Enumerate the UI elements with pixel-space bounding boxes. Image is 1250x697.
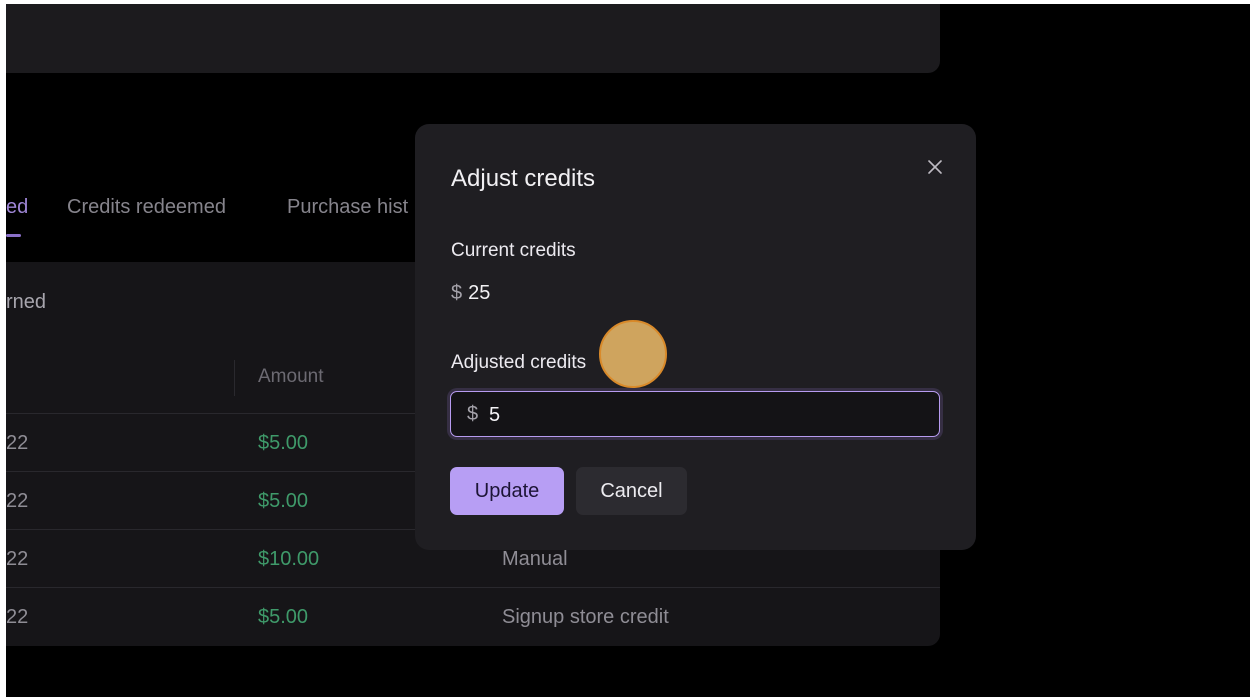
row-divider: [6, 587, 940, 588]
column-divider: [234, 360, 235, 396]
current-credits-amount: 25: [468, 282, 491, 304]
top-card: [6, 4, 940, 73]
row-1-amount: $5.00: [258, 432, 309, 454]
tab-purchase-history[interactable]: Purchase hist: [287, 196, 408, 219]
input-currency-prefix: $: [467, 403, 479, 425]
click-indicator: [599, 320, 667, 388]
row-3-source: Manual: [502, 548, 568, 570]
tab-credits-earned[interactable]: ed: [6, 196, 28, 219]
tab-credits-redeemed[interactable]: Credits redeemed: [67, 196, 226, 219]
row-4-amount: $5.00: [258, 606, 309, 628]
cancel-button[interactable]: Cancel: [576, 467, 687, 515]
row-4-source: Signup store credit: [502, 606, 669, 628]
modal-title: Adjust credits: [451, 165, 596, 192]
current-credits-value: $25: [451, 282, 490, 305]
adjusted-credits-input[interactable]: [487, 398, 931, 432]
row-4-date: 22: [6, 606, 29, 628]
row-1-date: 22: [6, 432, 29, 454]
close-icon[interactable]: [924, 156, 946, 178]
active-tab-indicator: [6, 234, 21, 237]
row-3-date: 22: [6, 548, 29, 570]
update-button[interactable]: Update: [450, 467, 564, 515]
column-header-amount: Amount: [258, 366, 324, 387]
row-3-amount: $10.00: [258, 548, 320, 570]
row-2-amount: $5.00: [258, 490, 309, 512]
currency-symbol: $: [451, 282, 463, 304]
adjusted-credits-label: Adjusted credits: [451, 352, 587, 373]
current-credits-label: Current credits: [451, 240, 576, 261]
section-title: rned: [6, 291, 47, 313]
row-2-date: 22: [6, 490, 29, 512]
adjust-credits-modal: Adjust credits Current credits $25 Adjus…: [415, 124, 976, 550]
adjusted-credits-field[interactable]: $: [450, 391, 940, 437]
